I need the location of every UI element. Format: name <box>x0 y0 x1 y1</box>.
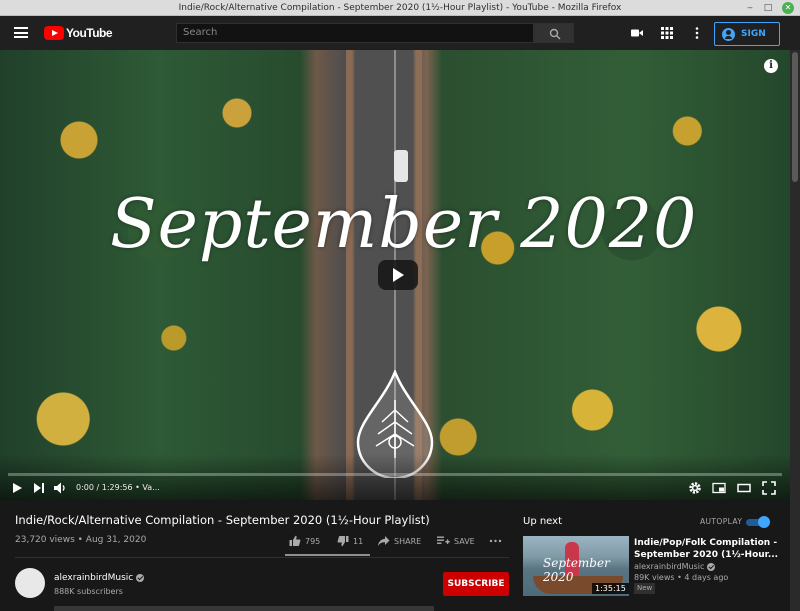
save-label: SAVE <box>454 536 475 546</box>
maximize-icon[interactable]: □ <box>762 2 774 14</box>
thumbnail-overlay-text: September 2020 <box>543 556 610 584</box>
info-icon[interactable]: i <box>764 59 778 73</box>
more-horiz-icon <box>489 539 502 543</box>
camera-icon[interactable] <box>630 26 644 40</box>
page-scrollbar[interactable] <box>790 50 800 611</box>
recommended-channel-name: alexrainbirdMusic <box>634 562 705 571</box>
play-overlay-button[interactable] <box>378 260 418 290</box>
divider <box>15 557 509 558</box>
like-button[interactable]: 795 <box>289 535 320 547</box>
autoplay-label: AUTOPLAY <box>700 517 743 526</box>
like-ratio-bar <box>285 554 370 556</box>
youtube-logo[interactable]: YouTube <box>44 25 113 41</box>
sign-in-button[interactable]: SIGN IN <box>714 22 780 61</box>
video-duration-badge: 1:35:15 <box>592 583 629 594</box>
verified-icon <box>136 573 145 582</box>
recommended-video-title[interactable]: Indie/Pop/Folk Compilation - September 2… <box>634 538 784 561</box>
autoplay-toggle[interactable] <box>746 516 770 528</box>
like-count: 795 <box>305 536 321 546</box>
recommended-channel[interactable]: alexrainbirdMusic <box>634 562 716 571</box>
account-icon <box>722 28 735 41</box>
more-vert-icon[interactable] <box>690 26 704 40</box>
close-icon[interactable]: ✕ <box>782 2 794 14</box>
video-title: Indie/Rock/Alternative Compilation - Sep… <box>15 513 430 527</box>
share-button[interactable]: SHARE <box>377 535 421 547</box>
subscribe-button[interactable]: SUBSCRIBE <box>443 572 509 596</box>
share-label: SHARE <box>394 536 422 546</box>
menu-icon[interactable] <box>14 27 28 38</box>
apps-icon[interactable] <box>660 26 674 40</box>
video-meta: 23,720 views • Aug 31, 2020 <box>15 535 147 545</box>
logo-text: YouTube <box>66 26 113 40</box>
video-frame-car <box>394 150 408 182</box>
search-icon <box>549 28 561 40</box>
thumbs-down-icon <box>337 536 349 547</box>
playlist-add-icon <box>437 536 450 544</box>
theater-icon[interactable] <box>737 481 751 495</box>
progress-bar[interactable] <box>8 473 782 476</box>
channel-avatar[interactable] <box>15 568 45 598</box>
play-icon[interactable] <box>10 481 24 495</box>
verified-icon <box>707 562 716 571</box>
player-controls-bar <box>0 454 790 500</box>
settings-icon[interactable] <box>688 481 702 495</box>
video-player[interactable]: September 2020 i 0:00 / 1:29:56 • Va... <box>0 50 790 500</box>
masthead: YouTube Search SIGN IN <box>0 16 800 61</box>
more-actions-button[interactable] <box>489 535 502 547</box>
minimize-icon[interactable]: ‒ <box>744 2 756 14</box>
window-title: Indie/Rock/Alternative Compilation - Sep… <box>178 3 622 13</box>
youtube-logo-icon <box>44 26 64 40</box>
save-button[interactable]: SAVE <box>437 535 475 547</box>
time-display: 0:00 / 1:29:56 • Va... <box>76 483 160 492</box>
fullscreen-icon[interactable] <box>762 481 776 495</box>
thumbs-up-icon <box>289 535 301 546</box>
up-next-heading: Up next <box>523 516 562 527</box>
search-input[interactable]: Search <box>176 23 534 43</box>
recommended-video-meta: 89K views • 4 days ago <box>634 573 729 582</box>
window-titlebar: Indie/Rock/Alternative Compilation - Sep… <box>0 0 800 16</box>
new-badge: New <box>634 583 656 594</box>
channel-name: alexrainbirdMusic <box>54 573 134 583</box>
dislike-button[interactable]: 11 <box>337 535 363 547</box>
search-button[interactable] <box>534 23 574 43</box>
next-icon[interactable] <box>32 481 46 495</box>
dislike-count: 11 <box>353 536 364 546</box>
volume-icon[interactable] <box>53 481 67 495</box>
miniplayer-icon[interactable] <box>712 481 726 495</box>
subscriber-count: 888K subscribers <box>54 587 123 596</box>
channel-name-link[interactable]: alexrainbirdMusic <box>54 573 145 583</box>
description-text-partial <box>54 606 434 611</box>
video-overlay-title: September 2020 <box>110 185 698 264</box>
share-icon <box>378 536 390 546</box>
scrollbar-thumb[interactable] <box>792 52 798 182</box>
